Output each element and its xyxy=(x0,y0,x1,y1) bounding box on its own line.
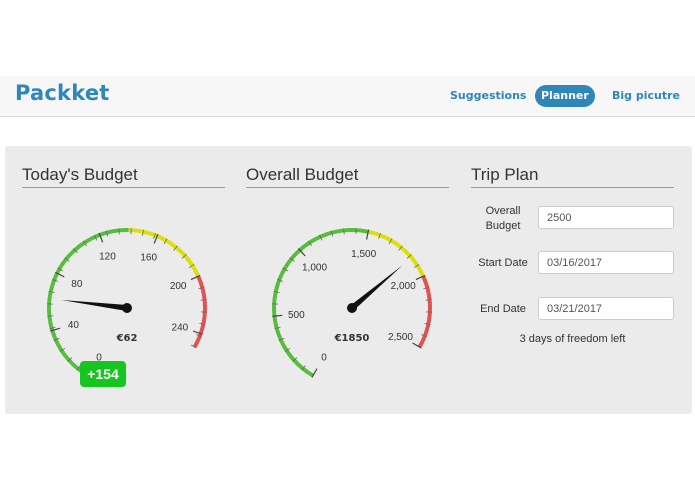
start-date-input[interactable] xyxy=(538,251,674,274)
today-gauge-tick-label: 80 xyxy=(71,279,83,290)
today-gauge-tick-label: 240 xyxy=(172,322,189,333)
end-date-label: End Date xyxy=(480,303,526,315)
today-gauge-band-1 xyxy=(128,228,201,278)
today-gauge-needle xyxy=(61,300,128,311)
overall-gauge-tick-label: 2,500 xyxy=(388,332,413,343)
overall-gauge-tick-label: 2,000 xyxy=(391,281,416,292)
todays-budget-gauge: 04080120 160200240€62 xyxy=(47,228,207,378)
overall-gauge-tick-label: 0 xyxy=(321,352,327,363)
overall-gauge-tick-label: 1,500 xyxy=(351,249,376,260)
today-gauge-value-label: €62 xyxy=(116,333,138,344)
brand-logo[interactable]: Packket xyxy=(15,81,110,105)
overall-budget-input[interactable] xyxy=(538,206,674,229)
start-date-label: Start Date xyxy=(478,257,528,269)
today-gauge-tick-label: 160 xyxy=(140,252,157,263)
planner-panel: Today's Budget Overall Budget Trip Plan … xyxy=(5,146,692,414)
overall-gauge-major-tick xyxy=(311,368,318,378)
nav-planner[interactable]: Planner xyxy=(535,85,595,107)
top-navbar: Packket Suggestions Planner Big picutre xyxy=(0,76,695,117)
today-gauge-needle-pivot xyxy=(122,303,132,313)
trip-plan-title: Trip Plan xyxy=(471,166,674,188)
overall-budget-label: Overall Budget xyxy=(485,205,521,232)
end-date-input[interactable] xyxy=(538,297,674,320)
today-gauge-tick-label: 120 xyxy=(99,252,116,263)
overall-budget-gauge: 0 500 1,000 1,500 2,000 2,500 €1850 xyxy=(272,228,432,378)
nav-big-picture[interactable]: Big picutre xyxy=(606,85,686,107)
overall-gauge-band-1 xyxy=(367,229,426,278)
today-gauge-tick-label: 40 xyxy=(68,320,80,331)
nav-suggestions[interactable]: Suggestions xyxy=(444,85,532,107)
overall-gauge-tick-label: 500 xyxy=(288,310,305,321)
freedom-days-text: 3 days of freedom left xyxy=(519,333,626,345)
today-gauge-tick-label: 200 xyxy=(170,281,187,292)
overall-gauge-value-label: €1850 xyxy=(334,333,370,344)
budget-delta-badge: +154 xyxy=(80,361,126,387)
overall-gauge-needle-pivot xyxy=(347,303,357,313)
overall-gauge-tick-label: 1,000 xyxy=(302,262,327,273)
